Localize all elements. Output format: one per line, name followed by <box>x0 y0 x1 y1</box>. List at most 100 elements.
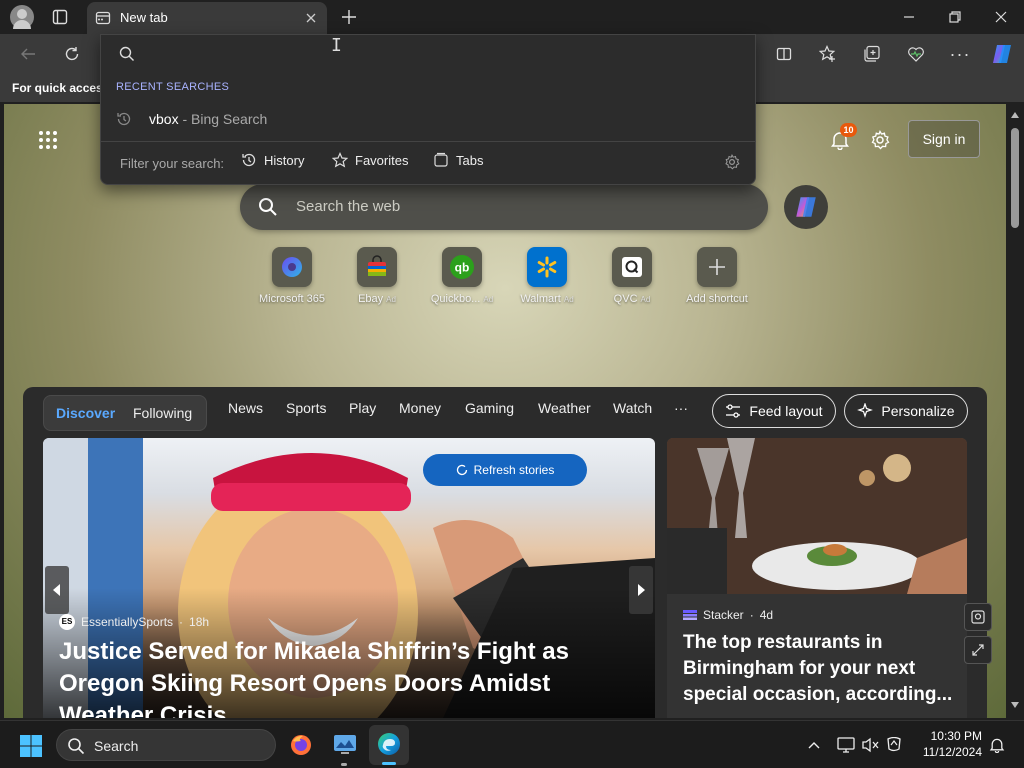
separator-dot: · <box>749 608 754 622</box>
taskbar-search-label: Search <box>94 738 139 754</box>
side-source-row: Stacker · 4d <box>683 608 773 622</box>
start-windows-icon[interactable] <box>18 733 44 759</box>
taskbar-search-icon <box>67 737 85 755</box>
stacker-logo-icon <box>683 610 697 620</box>
filter-history-button[interactable]: History <box>241 152 304 168</box>
tab-discover[interactable]: Discover <box>56 405 115 421</box>
close-tab-icon[interactable] <box>301 8 321 28</box>
minimize-button[interactable] <box>895 4 923 30</box>
page-settings-gear-icon[interactable] <box>868 128 892 152</box>
tab-actions-icon[interactable] <box>48 6 72 28</box>
search-settings-gear-icon[interactable] <box>724 154 740 170</box>
shortcut-label: Microsoft 365 <box>258 293 326 305</box>
collections-icon[interactable] <box>860 42 884 66</box>
tabs-icon <box>434 152 448 167</box>
shortcut-qvc[interactable]: QVC Ad <box>592 247 672 305</box>
apps-grid-icon[interactable] <box>36 128 60 152</box>
personalize-label: Personalize <box>881 403 955 419</box>
edge-taskbar-button[interactable] <box>369 725 409 765</box>
scrollbar-thumb[interactable] <box>1011 128 1019 228</box>
recent-search-item[interactable]: vbox - Bing Search <box>101 105 755 133</box>
hero-story-card[interactable]: Refresh stories ES EssentiallySports · 1… <box>43 438 655 718</box>
shortcut-walmart[interactable]: Walmart Ad <box>507 247 587 305</box>
split-screen-icon[interactable] <box>772 42 796 66</box>
personalize-button[interactable]: Personalize <box>844 394 968 428</box>
copilot-search-button[interactable] <box>784 185 828 229</box>
firefox-icon[interactable] <box>287 731 315 759</box>
volume-muted-icon[interactable] <box>861 735 881 755</box>
refresh-icon[interactable] <box>60 42 84 66</box>
separator-dot: · <box>179 615 184 629</box>
taskbar-search-box[interactable]: Search <box>56 729 276 761</box>
nav-more[interactable]: ··· <box>674 400 688 416</box>
plus-icon <box>697 247 737 287</box>
sign-in-button[interactable]: Sign in <box>908 120 980 158</box>
hero-headline[interactable]: Justice Served for Mikaela Shiffrin’s Fi… <box>59 636 639 718</box>
scroll-up-arrow-icon[interactable] <box>1011 112 1019 118</box>
favorites-star-icon[interactable] <box>816 42 840 66</box>
nav-weather[interactable]: Weather <box>538 400 591 416</box>
page-scrollbar[interactable] <box>1006 104 1024 718</box>
profile-avatar[interactable] <box>10 5 34 29</box>
side-headline[interactable]: The top restaurants in Birmingham for yo… <box>683 630 955 708</box>
side-source-name: Stacker <box>703 608 744 622</box>
ad-tag: Ad <box>483 295 494 304</box>
side-story-card[interactable]: Stacker · 4d The top restaurants in Birm… <box>667 438 967 718</box>
nav-gaming[interactable]: Gaming <box>465 400 514 416</box>
recent-search-text: vbox - Bing Search <box>149 111 267 127</box>
browser-essentials-icon[interactable] <box>904 42 928 66</box>
title-bar: New tab <box>0 0 1024 34</box>
web-search-box[interactable]: Search the web <box>240 184 768 230</box>
battery-icon[interactable] <box>884 735 904 755</box>
close-window-button[interactable] <box>987 4 1015 30</box>
shortcut-label: Ebay <box>358 293 384 305</box>
filter-favorites-button[interactable]: Favorites <box>332 152 408 168</box>
expand-icon <box>972 644 984 656</box>
copilot-icon[interactable] <box>988 40 1016 68</box>
tab-following[interactable]: Following <box>133 405 192 421</box>
refresh-icon <box>456 464 467 476</box>
nav-play[interactable]: Play <box>349 400 376 416</box>
history-icon <box>242 153 256 167</box>
app-running-indicator <box>341 763 347 766</box>
visual-search-button[interactable] <box>964 603 992 631</box>
hero-source-row: ES EssentiallySports · 18h <box>59 614 209 630</box>
sliders-icon <box>726 404 741 418</box>
nav-sports[interactable]: Sports <box>286 400 326 416</box>
hero-age: 18h <box>189 615 210 629</box>
scroll-down-arrow-icon[interactable] <box>1011 702 1019 708</box>
app-active-indicator <box>382 762 396 765</box>
notification-center-bell-icon[interactable] <box>987 735 1007 755</box>
carousel-prev-button[interactable] <box>45 566 69 614</box>
tab-title: New tab <box>120 10 168 25</box>
system-clock[interactable]: 10:30 PM 11/12/2024 <box>916 729 982 759</box>
nav-money[interactable]: Money <box>399 400 441 416</box>
nav-news[interactable]: News <box>228 400 263 416</box>
tab-new-tab[interactable]: New tab <box>87 2 327 34</box>
new-tab-page: 10 Sign in Search the web Microsoft 365 … <box>4 104 1006 718</box>
feed-layout-button[interactable]: Feed layout <box>712 394 836 428</box>
filter-tabs-label: Tabs <box>456 152 484 168</box>
shortcut-add[interactable]: Add shortcut <box>677 247 757 305</box>
filter-tabs-button[interactable]: Tabs <box>433 152 483 168</box>
more-options-icon[interactable]: ··· <box>948 42 972 66</box>
image-search-icon <box>971 610 985 624</box>
virtualbox-app-icon[interactable] <box>330 731 360 759</box>
shortcut-quickbooks[interactable]: qb Quickbo... Ad <box>422 247 502 305</box>
edge-icon <box>378 733 400 755</box>
address-input[interactable] <box>145 41 725 67</box>
refresh-stories-button[interactable]: Refresh stories <box>423 454 587 486</box>
network-icon[interactable] <box>836 735 856 755</box>
carousel-next-button[interactable] <box>629 566 653 614</box>
expand-button[interactable] <box>964 636 992 664</box>
copilot-logo-icon <box>796 197 816 217</box>
new-tab-button[interactable] <box>336 4 362 30</box>
restore-button[interactable] <box>941 4 969 30</box>
shortcut-microsoft-365[interactable]: Microsoft 365 <box>252 247 332 305</box>
nav-watch[interactable]: Watch <box>613 400 652 416</box>
text-cursor-icon: I <box>331 35 342 56</box>
back-arrow-icon[interactable] <box>16 42 40 66</box>
shortcut-ebay[interactable]: Ebay Ad <box>337 247 417 305</box>
discover-following-toggle: Discover Following <box>43 395 207 431</box>
show-hidden-icons-chevron-icon[interactable] <box>804 735 824 755</box>
